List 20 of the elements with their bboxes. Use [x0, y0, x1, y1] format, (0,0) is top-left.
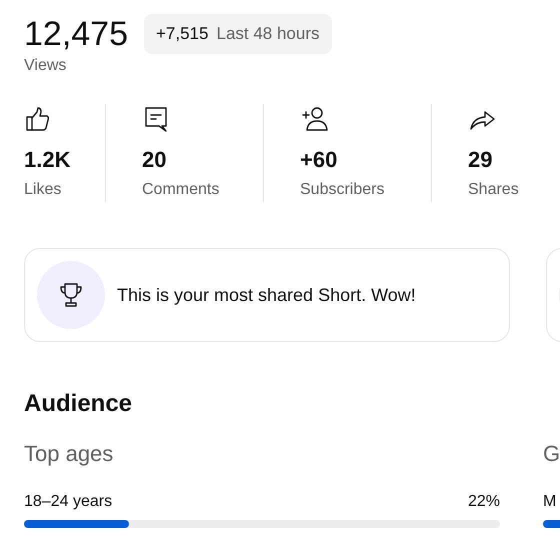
change-value: +7,515: [156, 23, 208, 46]
stat-label: Shares: [468, 180, 519, 200]
age-percent: 22%: [468, 492, 500, 512]
stat-label: Likes: [24, 180, 62, 200]
views-count: 12,475: [24, 14, 128, 55]
age-label: M: [543, 492, 556, 512]
stat-value: 20: [142, 146, 166, 174]
change-period: Last 48 hours: [216, 23, 320, 46]
stat-value: +60: [300, 146, 338, 174]
stat-label: Subscribers: [300, 180, 384, 200]
section-title: Audience: [24, 389, 134, 419]
thumbs-up-icon: [24, 105, 52, 133]
age-label: 18–24 years: [24, 492, 112, 512]
views-label: Views: [24, 56, 68, 76]
stat-value: 29: [468, 146, 492, 174]
subsection-title: G: [543, 440, 560, 468]
subsection-title: Top ages: [24, 440, 114, 468]
stat-label: Comments: [142, 180, 220, 200]
insight-text: This is your most shared Short. Wow!: [117, 284, 416, 307]
stat-value: 1.2K: [24, 146, 70, 174]
